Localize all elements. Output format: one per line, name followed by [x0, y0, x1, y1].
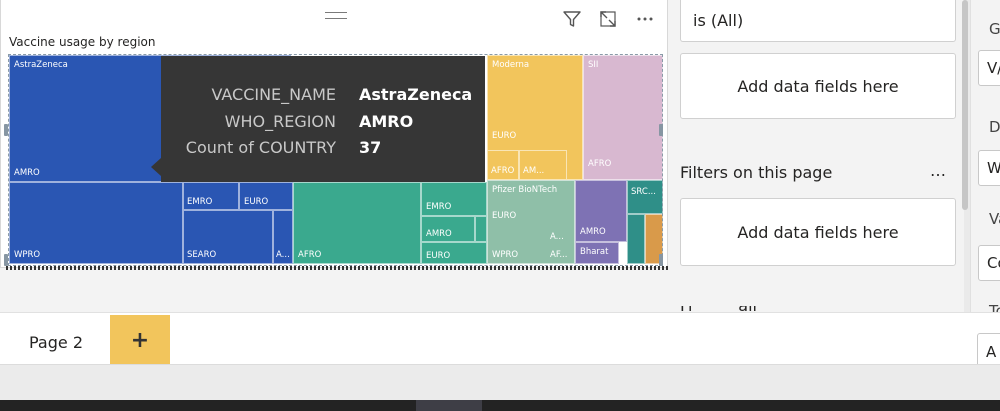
- more-options-icon[interactable]: …: [930, 161, 946, 180]
- viz-label: G: [989, 20, 1000, 38]
- add-fields-label: Add data fields here: [737, 76, 899, 96]
- filter-icon[interactable]: [560, 7, 584, 31]
- viz-value: W: [987, 159, 1000, 177]
- filters-page-heading: Filters on this page: [680, 163, 833, 182]
- viz-dropdown[interactable]: Co: [978, 245, 1000, 281]
- viz-value: Co: [987, 254, 1000, 272]
- treemap-visual[interactable]: Vaccine usage by region AstraZeneca AMRO…: [0, 0, 668, 268]
- viz-label: To: [989, 302, 1000, 312]
- page-tabs-bar: Page 2 + A: [0, 312, 1000, 371]
- filter-pane: is (All) Add data fields here Filters on…: [672, 0, 964, 312]
- add-fields-label: Add data fields here: [737, 222, 899, 242]
- viz-label: Va: [989, 210, 1000, 228]
- resize-handle-bottom-left[interactable]: [4, 254, 8, 266]
- viz-value: A: [986, 343, 997, 361]
- viz-dropdown[interactable]: V/: [978, 50, 1000, 86]
- add-page-button[interactable]: +: [110, 315, 170, 365]
- selection-bottom-edge: [6, 266, 668, 270]
- selection-frame: [8, 54, 663, 266]
- filter-value: is (All): [693, 11, 744, 30]
- drag-handle-icon[interactable]: [325, 12, 347, 19]
- add-fields-visual-level[interactable]: Add data fields here: [680, 53, 956, 119]
- add-fields-page-level[interactable]: Add data fields here: [680, 198, 956, 266]
- tab-page-2[interactable]: Page 2: [10, 319, 102, 365]
- focus-mode-icon[interactable]: [596, 7, 620, 31]
- taskbar: [0, 400, 1000, 411]
- viz-label: De: [989, 118, 1000, 136]
- report-canvas: Vaccine usage by region AstraZeneca AMRO…: [0, 0, 672, 312]
- resize-handle-right[interactable]: [659, 124, 663, 136]
- filter-card-all[interactable]: is (All): [680, 0, 956, 42]
- visual-title: Vaccine usage by region: [9, 35, 156, 49]
- taskbar-app-item[interactable]: [416, 400, 482, 411]
- resize-handle-bottom-right[interactable]: [659, 254, 663, 266]
- viz-dropdown[interactable]: W: [978, 150, 1000, 186]
- status-area: [0, 364, 1000, 400]
- resize-handle-left[interactable]: [4, 124, 8, 136]
- viz-value: V/: [987, 59, 1000, 77]
- filter-pane-scrollbar[interactable]: [962, 0, 968, 210]
- visualizations-pane: G V/ De W Va Co To: [970, 0, 1000, 312]
- more-options-icon[interactable]: [633, 7, 657, 31]
